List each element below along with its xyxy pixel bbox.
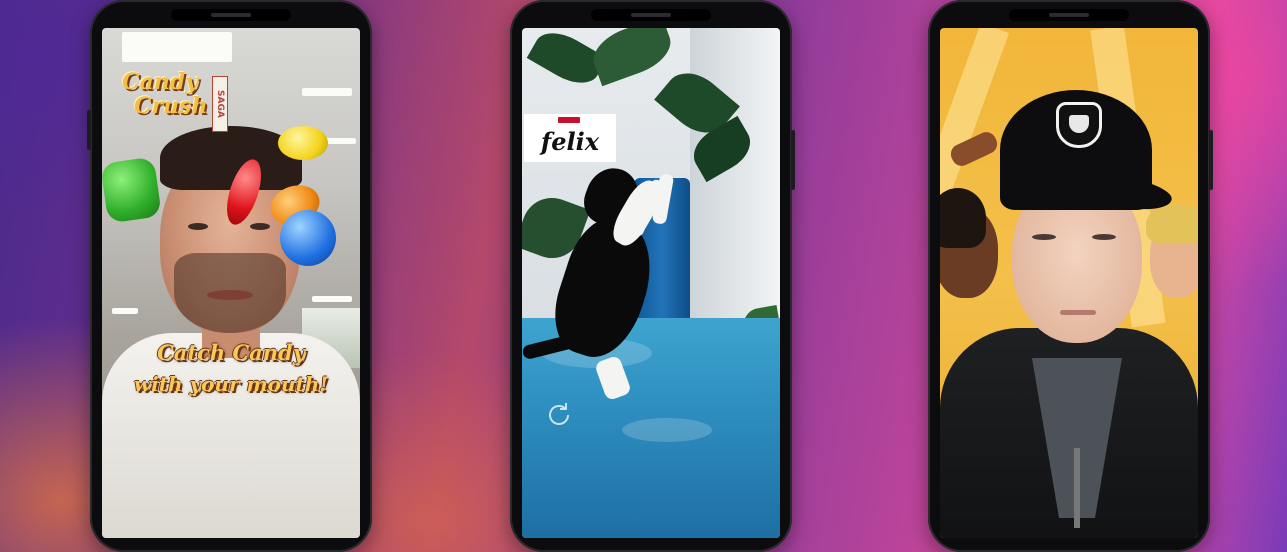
caption-line-2: with your mouth!	[133, 372, 329, 396]
plant-leaf	[586, 28, 678, 87]
hoodie-zipper	[1074, 448, 1080, 528]
felix-brand-badge: felix	[524, 114, 616, 162]
phone-speaker	[1049, 13, 1089, 17]
blue-candy	[280, 210, 336, 266]
ar-filter-screen-crowd[interactable]	[940, 28, 1198, 538]
purina-mark	[558, 117, 580, 123]
phone-felix: felix	[510, 0, 795, 552]
phone-candy-crush: Candy Crush SAGA Catch Candy with your m…	[87, 0, 372, 552]
person-mouth	[1060, 310, 1096, 315]
ceiling-light	[302, 88, 352, 96]
ceiling-light	[312, 296, 352, 302]
cartoon-person-hair	[940, 188, 986, 248]
phone-speaker	[211, 13, 251, 17]
refresh-icon[interactable]	[544, 400, 574, 430]
person-eye	[188, 223, 208, 230]
cartoon-person-blonde-hair	[1146, 204, 1198, 244]
person-eye	[1032, 234, 1056, 240]
felix-logo-text: felix	[540, 126, 600, 156]
phone-speaker	[631, 13, 671, 17]
logo-word-saga: SAGA	[212, 76, 228, 132]
phone-cartoon-crowd	[928, 0, 1213, 552]
person-mouth	[207, 290, 253, 300]
ar-filter-screen-felix[interactable]: felix	[522, 28, 780, 538]
power-button	[1209, 130, 1213, 190]
logo-word-candy: Candy	[122, 69, 198, 95]
cap-shield-badge-icon	[1056, 102, 1102, 148]
ceiling-light	[122, 32, 232, 62]
green-candy	[102, 156, 162, 224]
power-button	[791, 130, 795, 190]
person-eye	[1092, 234, 1116, 240]
caption-line-1: Catch Candy	[157, 340, 305, 365]
candy-crush-logo: Candy Crush SAGA	[122, 69, 228, 144]
yellow-lozenge-candy	[278, 126, 328, 160]
person-eye	[250, 223, 270, 230]
floor-reflection	[622, 418, 712, 442]
volume-button	[87, 110, 91, 150]
ar-filter-screen-candy[interactable]: Candy Crush SAGA Catch Candy with your m…	[102, 28, 360, 538]
ceiling-light	[112, 308, 138, 314]
logo-word-crush: Crush	[134, 93, 208, 119]
